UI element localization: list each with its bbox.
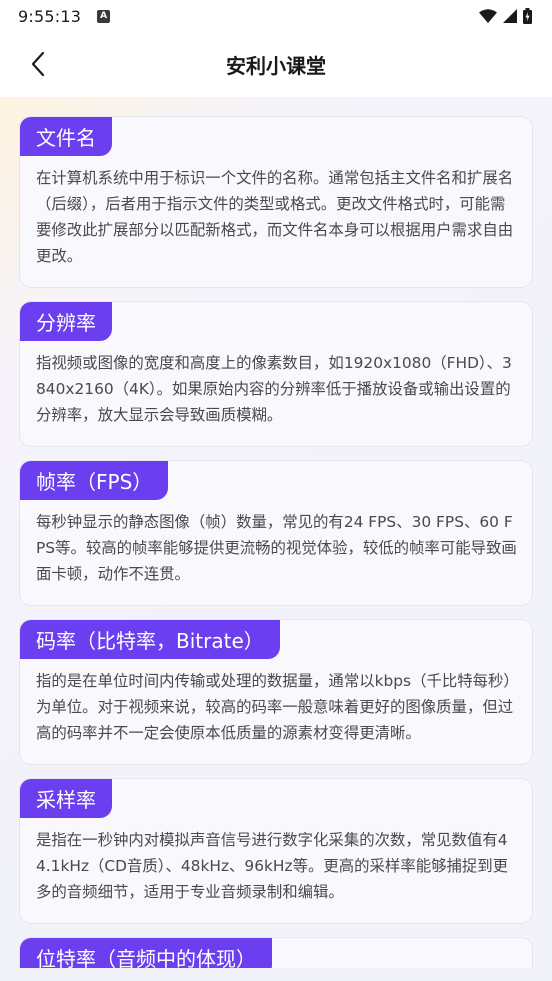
card-title-tag: 分辨率 <box>20 302 112 341</box>
status-icons <box>479 8 532 24</box>
card-title-tag: 码率（比特率，Bitrate） <box>20 620 280 659</box>
battery-icon <box>523 8 532 24</box>
glossary-card: 分辨率 指视频或图像的宽度和高度上的像素数目，如1920x1080（FHD）、3… <box>19 301 533 447</box>
glossary-list[interactable]: 文件名 在计算机系统中用于标识一个文件的名称。通常包括主文件名和扩展名（后缀），… <box>0 116 552 968</box>
notification-icon: A <box>97 9 111 23</box>
card-title-tag: 位特率（音频中的体现） <box>20 938 272 968</box>
status-time: 9:55:13 <box>18 6 82 26</box>
card-title-tag: 帧率（FPS） <box>20 461 169 500</box>
glossary-card: 采样率 是指在一秒钟内对模拟声音信号进行数字化采集的次数，常见数值有44.1kH… <box>19 778 533 924</box>
chevron-left-icon <box>31 51 45 77</box>
status-bar: 9:55:13 A <box>0 0 552 32</box>
card-title-tag: 文件名 <box>20 117 112 156</box>
card-title-tag: 采样率 <box>20 779 112 818</box>
page-title: 安利小课堂 <box>226 53 326 78</box>
signal-icon <box>503 9 517 23</box>
glossary-card: 帧率（FPS） 每秒钟显示的静态图像（帧）数量，常见的有24 FPS、30 FP… <box>19 460 533 606</box>
glossary-card: 文件名 在计算机系统中用于标识一个文件的名称。通常包括主文件名和扩展名（后缀），… <box>19 116 533 288</box>
wifi-icon <box>479 9 497 23</box>
card-description: 在计算机系统中用于标识一个文件的名称。通常包括主文件名和扩展名（后缀），后者用于… <box>36 169 514 265</box>
card-description: 是指在一秒钟内对模拟声音信号进行数字化采集的次数，常见数值有44.1kHz（CD… <box>36 831 509 901</box>
card-description: 指视频或图像的宽度和高度上的像素数目，如1920x1080（FHD）、3840x… <box>36 354 512 424</box>
header: 安利小课堂 <box>0 32 552 96</box>
card-description: 指的是在单位时间内传输或处理的数据量，通常以kbps（千比特每秒）为单位。对于视… <box>36 672 514 742</box>
glossary-card: 码率（比特率，Bitrate） 指的是在单位时间内传输或处理的数据量，通常以kb… <box>19 619 533 765</box>
card-description: 每秒钟显示的静态图像（帧）数量，常见的有24 FPS、30 FPS、60 FPS… <box>36 513 517 583</box>
back-button[interactable] <box>20 46 56 82</box>
glossary-card: 位特率（音频中的体现） <box>19 937 533 968</box>
